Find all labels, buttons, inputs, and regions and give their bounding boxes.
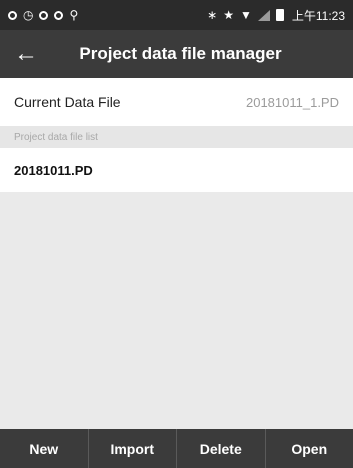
- file-list-item[interactable]: 20181011.PD: [0, 148, 353, 192]
- current-data-file-row: Current Data File 20181011_1.PD: [0, 78, 353, 126]
- back-arrow-icon[interactable]: ←: [14, 42, 42, 66]
- notification-clock-icon: ◷: [23, 8, 34, 22]
- file-list-header: Project data file list: [0, 126, 353, 148]
- new-button[interactable]: New: [0, 429, 89, 468]
- page-title: Project data file manager: [79, 44, 282, 63]
- notification-ring-icon: [39, 10, 49, 20]
- file-list-empty-area: [0, 192, 353, 429]
- status-time: 上午11:23: [291, 8, 345, 23]
- status-right-icons: ∗ ★ ▼ 上午11:23: [207, 7, 345, 24]
- delete-button[interactable]: Delete: [177, 429, 266, 468]
- star-icon: ★: [223, 8, 234, 22]
- signal-icon: [257, 9, 270, 21]
- status-left-icons: ◷ ⚲: [8, 9, 78, 21]
- action-bar: New Import Delete Open: [0, 429, 353, 468]
- wifi-icon: ▼: [239, 8, 252, 22]
- app-bar: ← Project data file manager: [0, 30, 353, 78]
- status-bar: ◷ ⚲ ∗ ★ ▼ 上午11:23: [0, 0, 353, 30]
- notification-ring-icon: [54, 10, 64, 20]
- notification-ring-icon: [8, 10, 17, 20]
- screen: ◷ ⚲ ∗ ★ ▼ 上午11:23 ← Project data file ma…: [0, 0, 353, 468]
- current-data-file-label: Current Data File: [14, 94, 121, 110]
- location-pin-icon: ⚲: [69, 8, 79, 22]
- battery-icon: [275, 9, 284, 21]
- import-button[interactable]: Import: [89, 429, 177, 468]
- bluetooth-icon: ∗: [207, 8, 218, 22]
- current-data-file-value: 20181011_1.PD: [245, 94, 339, 110]
- open-button[interactable]: Open: [266, 429, 353, 468]
